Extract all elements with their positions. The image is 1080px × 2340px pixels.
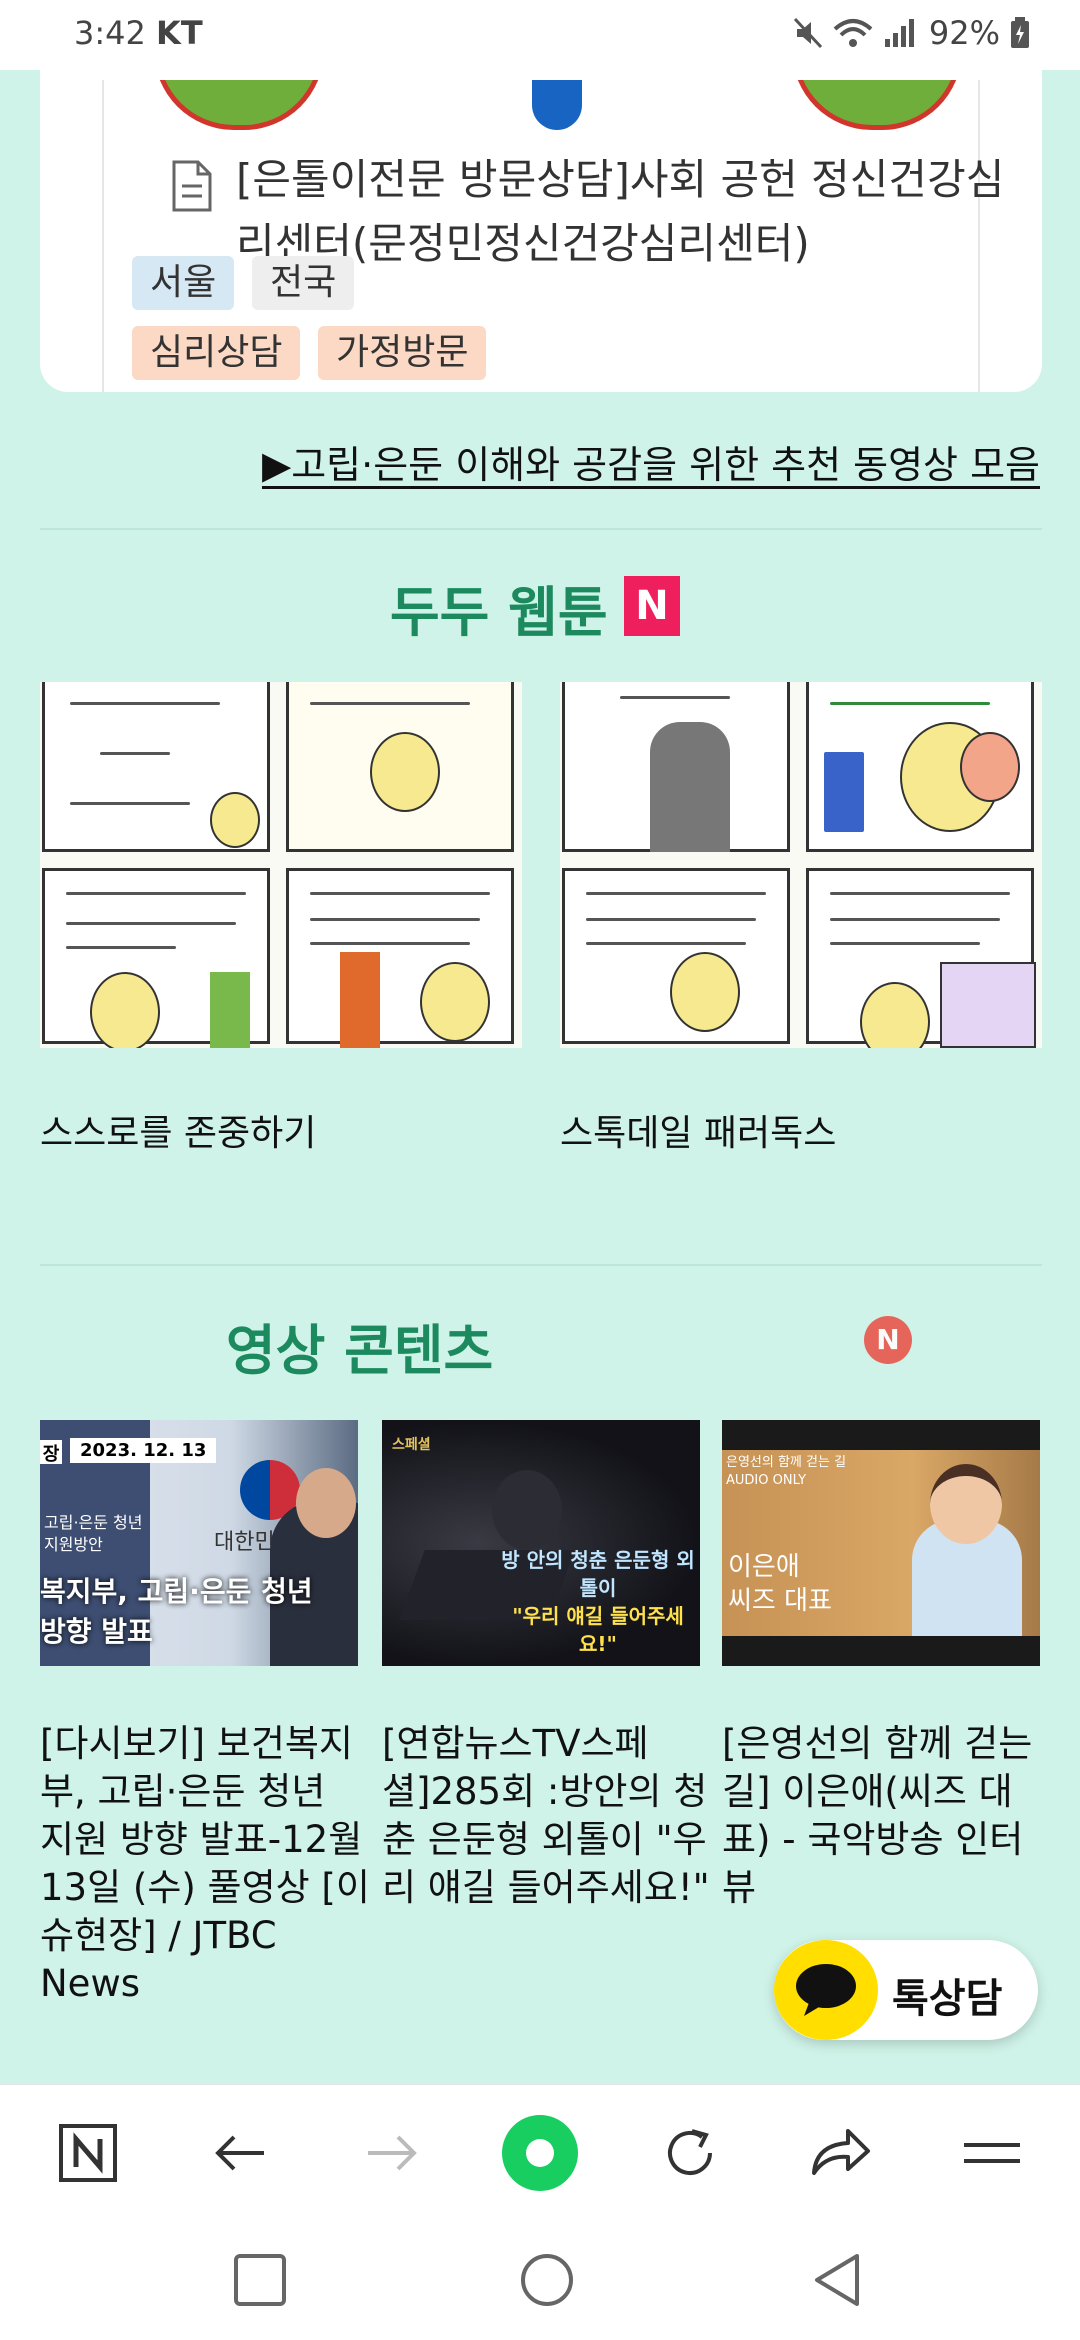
video-thumb-line1: 방 안의 청춘 은둔형 외톨이 [501, 1548, 695, 1600]
video-thumbnail-2[interactable]: 스페셜 방 안의 청춘 은둔형 외톨이 "우리 얘길 들어주세요!" [382, 1420, 700, 1666]
video-thumb-sub2: 지원방안 [44, 1535, 103, 1554]
tag-counseling: 심리상담 [132, 326, 301, 380]
signal-icon [884, 19, 914, 47]
recent-apps-icon[interactable] [230, 2250, 290, 2310]
video-thumb-line2: AUDIO ONLY [726, 1473, 807, 1488]
status-icons: 92% [793, 14, 1030, 52]
tag-region: 서울 [132, 256, 235, 310]
clock: 3:42 [74, 14, 146, 52]
browser-toolbar [0, 2084, 1080, 2220]
video-thumb-role: 씨즈 대표 [728, 1586, 832, 1616]
video-thumb-corner: 스페셜 [392, 1437, 431, 1453]
chat-bubble-icon [774, 1940, 878, 2040]
chat-counseling-button[interactable]: 톡상담 [774, 1940, 1038, 2040]
status-time: 3:42 KT [74, 14, 203, 52]
video-thumb-line2: "우리 얘길 들어주세요!" [512, 1604, 684, 1656]
center-card: [은톨이전문 방문상담]사회 공헌 정신건강심리센터(문정민정신건강심리센터) … [40, 40, 1042, 392]
chat-button-label: 톡상담 [892, 1976, 1003, 2022]
reload-icon[interactable] [650, 2113, 730, 2193]
video-thumb-corner: 장 [40, 1440, 62, 1465]
back-nav-icon[interactable] [806, 2250, 866, 2310]
video-thumb-line2: 방향 발표 [40, 1615, 153, 1648]
video-caption-2[interactable]: [연합뉴스TV스페셜]285회 :방안의 청춘 은둔형 외톨이 "우리 얘길 들… [382, 1720, 712, 1912]
webtoon-thumbnail-2[interactable] [560, 682, 1042, 1048]
video-section-title: 영상 콘텐츠 [226, 1319, 494, 1382]
new-badge: N [864, 1316, 912, 1364]
new-badge: N [624, 576, 680, 636]
divider [40, 528, 1042, 530]
naver-home-icon[interactable] [48, 2113, 128, 2193]
video-thumbnail-3[interactable]: 은영선의 함께 걷는 길 AUDIO ONLY 이은애 씨즈 대표 [722, 1420, 1040, 1666]
home-icon[interactable] [517, 2250, 577, 2310]
webtoon-thumbnail-1[interactable] [40, 682, 522, 1048]
status-bar: 3:42 KT 92% [0, 0, 1080, 70]
menu-icon[interactable] [952, 2113, 1032, 2193]
center-title[interactable]: [은톨이전문 방문상담]사회 공헌 정신건강심리센터(문정민정신건강심리센터) [236, 148, 1016, 276]
video-thumb-line1: 복지부, 고립·은둔 청년 [40, 1575, 313, 1608]
video-thumb-date: 2023. 12. 13 [70, 1438, 217, 1463]
document-icon [172, 160, 212, 212]
green-dot-icon[interactable] [500, 2113, 580, 2193]
video-caption-3[interactable]: [은영선의 함께 걷는 길] 이은애(씨즈 대표) - 국악방송 인터뷰 [722, 1720, 1052, 1912]
video-thumbnail-1[interactable]: 장 2023. 12. 13 대한민국정 고립·은둔 청년 지원방안 복지부, … [40, 1420, 358, 1666]
webtoon-caption-2[interactable]: 스톡데일 패러독스 [560, 1104, 836, 1156]
video-caption-1[interactable]: [다시보기] 보건복지부, 고립·은둔 청년 지원 방향 발표-12월 13일 … [40, 1720, 370, 2008]
forward-icon [352, 2113, 432, 2193]
battery-percent: 92% [928, 14, 1000, 52]
tag-scope: 전국 [252, 256, 355, 310]
share-icon[interactable] [800, 2113, 880, 2193]
wifi-icon [833, 19, 873, 47]
mute-icon [793, 17, 822, 49]
video-thumb-line1: 은영선의 함께 걷는 길 [726, 1455, 847, 1470]
back-icon[interactable] [200, 2113, 280, 2193]
divider [40, 1264, 1042, 1266]
recommended-videos-link[interactable]: ▶고립·은둔 이해와 공감을 위한 추천 동영상 모음 [262, 434, 1040, 489]
webtoon-caption-1[interactable]: 스스로를 존중하기 [40, 1104, 316, 1156]
battery-icon [1011, 17, 1029, 48]
center-thumbnail [102, 80, 980, 130]
webtoon-section-title: 두두 웹툰 [390, 581, 608, 644]
tag-home-visit: 가정방문 [318, 326, 487, 380]
video-thumb-name: 이은애 [728, 1552, 800, 1582]
carrier: KT [156, 14, 203, 52]
system-nav-bar [0, 2220, 1080, 2340]
video-thumb-sub: 고립·은둔 청년 [44, 1513, 143, 1532]
